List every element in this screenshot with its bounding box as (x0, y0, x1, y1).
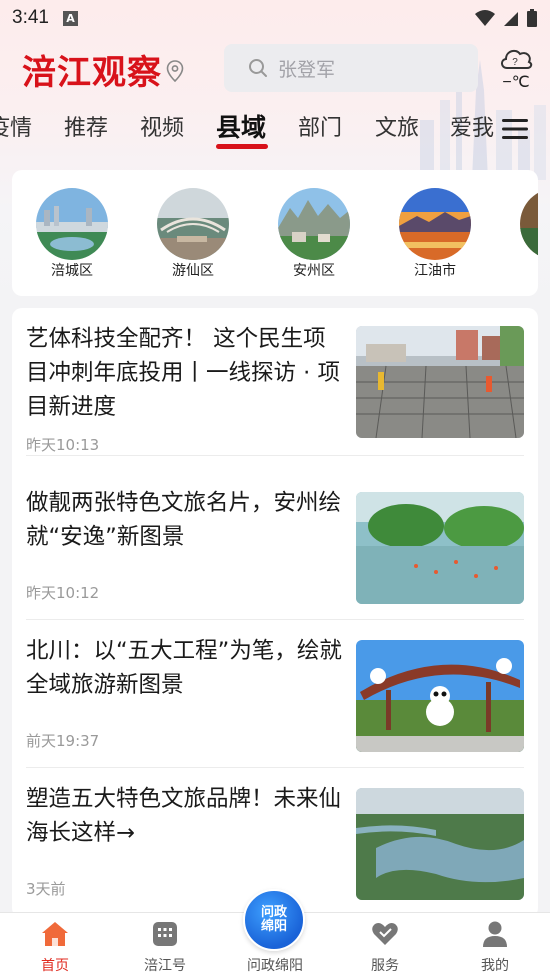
district-label: 游仙区 (172, 263, 214, 279)
search-icon (249, 59, 267, 77)
nav-label: 涪江号 (144, 958, 186, 974)
district-item-anzhou[interactable]: 安州区 (274, 188, 354, 280)
news-title: 艺体科技全配齐！ 这个民生项目冲刺年底投用丨一线探访 · 项目新进度 (26, 326, 340, 420)
news-item[interactable]: 北川：以“五大工程”为笔，绘就全域旅游新图景 前天19:37 (12, 620, 538, 768)
district-label: 三 (516, 260, 538, 280)
tab-department[interactable]: 部门 (298, 110, 342, 142)
weather-unknown-mark: ? (512, 57, 518, 68)
wenzheng-center-button[interactable]: 问政绵阳 (243, 889, 305, 951)
active-tab-indicator (216, 144, 268, 149)
search-bar[interactable]: 张登军 (224, 44, 478, 92)
district-photo (36, 188, 108, 260)
tab-epidemic[interactable]: 疫情 (0, 110, 32, 142)
tab-video[interactable]: 视频 (140, 110, 184, 142)
news-time: 昨天10:12 (26, 584, 100, 602)
news-title: 塑造五大特色文旅品牌！未来仙海长这样→ (26, 786, 342, 846)
news-divider (26, 455, 524, 456)
center-button-logo-text: 问政绵阳 (260, 905, 287, 934)
cloud-icon: ? (501, 49, 533, 69)
district-item-youxian[interactable]: 游仙区 (153, 188, 233, 280)
tab-recommend[interactable]: 推荐 (64, 110, 108, 142)
district-photo (520, 188, 538, 260)
district-carousel: 涪城区 游仙区 安州区 江油市 (12, 170, 538, 296)
news-thumbnail (356, 492, 524, 604)
tab-culture-tourism[interactable]: 文旅 (375, 110, 419, 142)
nav-fujiang[interactable]: 涪江号 (125, 919, 205, 975)
news-list: 艺体科技全配齐！ 这个民生项目冲刺年底投用丨一线探访 · 项目新进度 昨天10:… (12, 308, 538, 918)
menu-icon[interactable] (502, 118, 528, 140)
district-label: 江油市 (414, 263, 456, 279)
news-thumbnail (356, 788, 524, 900)
news-time: 3天前 (26, 880, 66, 898)
home-icon (42, 922, 68, 946)
notification-a-icon: A (62, 10, 78, 26)
app-header: 涪江观察 张登军 ? −℃ (0, 40, 550, 98)
search-placeholder: 张登军 (278, 58, 336, 81)
wifi-icon (475, 10, 495, 26)
nav-mine[interactable]: 我的 (455, 919, 535, 975)
news-item[interactable]: 艺体科技全配齐！ 这个民生项目冲刺年底投用丨一线探访 · 项目新进度 昨天10:… (12, 308, 538, 456)
app-logo[interactable]: 涪江观察 (22, 45, 162, 94)
district-photo (399, 188, 471, 260)
nav-label: 问政绵阳 (247, 958, 303, 974)
bottom-navigation: 首页 涪江号 问政绵阳 问政绵阳 服务 我的 (0, 889, 550, 979)
channel-tabs: 疫情 推荐 视频 县域 部门 文旅 爱我 (0, 104, 500, 152)
weather-widget[interactable]: ? −℃ (494, 42, 538, 98)
district-item-jiangyou[interactable]: 江油市 (395, 188, 475, 280)
news-title: 北川：以“五大工程”为笔，绘就全域旅游新图景 (26, 638, 342, 698)
nav-label: 服务 (371, 958, 399, 974)
district-item-partial[interactable]: 三 (516, 188, 538, 280)
district-photo (157, 188, 229, 260)
district-label: 涪城区 (51, 263, 93, 279)
nav-label: 首页 (41, 958, 69, 974)
tab-county[interactable]: 县域 (216, 108, 266, 144)
grid-icon (153, 922, 177, 946)
news-thumbnail (356, 326, 524, 438)
tab-love-my[interactable]: 爱我 (450, 110, 494, 142)
nav-service[interactable]: 服务 (345, 919, 425, 975)
battery-icon (527, 9, 537, 27)
user-icon (483, 921, 507, 947)
nav-label: 我的 (481, 958, 509, 974)
district-item-fucheng[interactable]: 涪城区 (32, 188, 112, 280)
signal-icon (504, 12, 518, 26)
news-time: 前天19:37 (26, 732, 100, 750)
news-time: 昨天10:13 (26, 436, 100, 454)
weather-temperature: −℃ (502, 74, 530, 91)
district-label: 安州区 (293, 263, 335, 279)
news-item[interactable]: 做靓两张特色文旅名片，安州绘就“安逸”新图景 昨天10:12 (12, 472, 538, 620)
news-title: 做靓两张特色文旅名片，安州绘就“安逸”新图景 (26, 490, 342, 550)
heart-icon (372, 923, 398, 945)
location-pin-icon[interactable] (166, 60, 184, 82)
status-bar: 3:41 A (0, 0, 550, 36)
district-photo (278, 188, 350, 260)
nav-home[interactable]: 首页 (15, 919, 95, 975)
news-thumbnail (356, 640, 524, 752)
status-time: 3:41 (12, 7, 49, 28)
